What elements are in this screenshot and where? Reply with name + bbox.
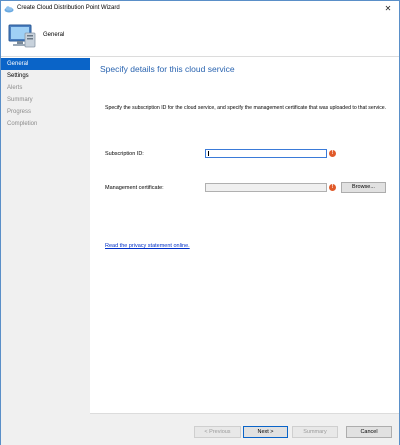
- previous-button: < Previous: [194, 426, 241, 438]
- nav-item-settings[interactable]: Settings: [1, 70, 90, 82]
- wizard-header: General: [1, 17, 399, 57]
- nav-item-progress: Progress: [7, 109, 32, 115]
- header-title: General: [43, 32, 65, 38]
- wizard-footer: < Previous Next > Summary Cancel: [90, 413, 399, 445]
- nav-item-general[interactable]: General: [1, 58, 90, 70]
- cloud-icon: [4, 6, 14, 13]
- page-heading: Specify details for this cloud service: [100, 64, 235, 74]
- summary-button: Summary: [292, 426, 338, 438]
- content-panel: Specify details for this cloud service S…: [90, 58, 399, 413]
- privacy-statement-link[interactable]: Read the privacy statement online.: [105, 243, 190, 249]
- computer-icon: [8, 24, 36, 48]
- error-icon: !: [329, 184, 336, 191]
- nav-item-alerts: Alerts: [7, 85, 23, 91]
- close-button[interactable]: ✕: [381, 3, 395, 15]
- management-certificate-label: Management certificate:: [105, 185, 164, 191]
- next-button[interactable]: Next >: [243, 426, 288, 438]
- window-title: Create Cloud Distribution Point Wizard: [17, 5, 120, 11]
- subscription-id-label: Subscription ID:: [105, 151, 144, 157]
- subscription-id-input[interactable]: [205, 149, 327, 158]
- browse-button[interactable]: Browse...: [341, 182, 386, 193]
- text-caret: [208, 151, 209, 156]
- wizard-nav: General Settings Alerts Summary Progress…: [1, 58, 90, 445]
- error-icon: !: [329, 150, 336, 157]
- management-certificate-input: [205, 183, 327, 192]
- page-description: Specify the subscription ID for the clou…: [105, 105, 387, 111]
- cancel-button[interactable]: Cancel: [346, 426, 392, 438]
- nav-item-completion: Completion: [7, 121, 38, 127]
- wizard-window: Create Cloud Distribution Point Wizard ✕…: [0, 0, 400, 445]
- title-bar: Create Cloud Distribution Point Wizard ✕: [1, 1, 399, 17]
- nav-item-summary: Summary: [7, 97, 33, 103]
